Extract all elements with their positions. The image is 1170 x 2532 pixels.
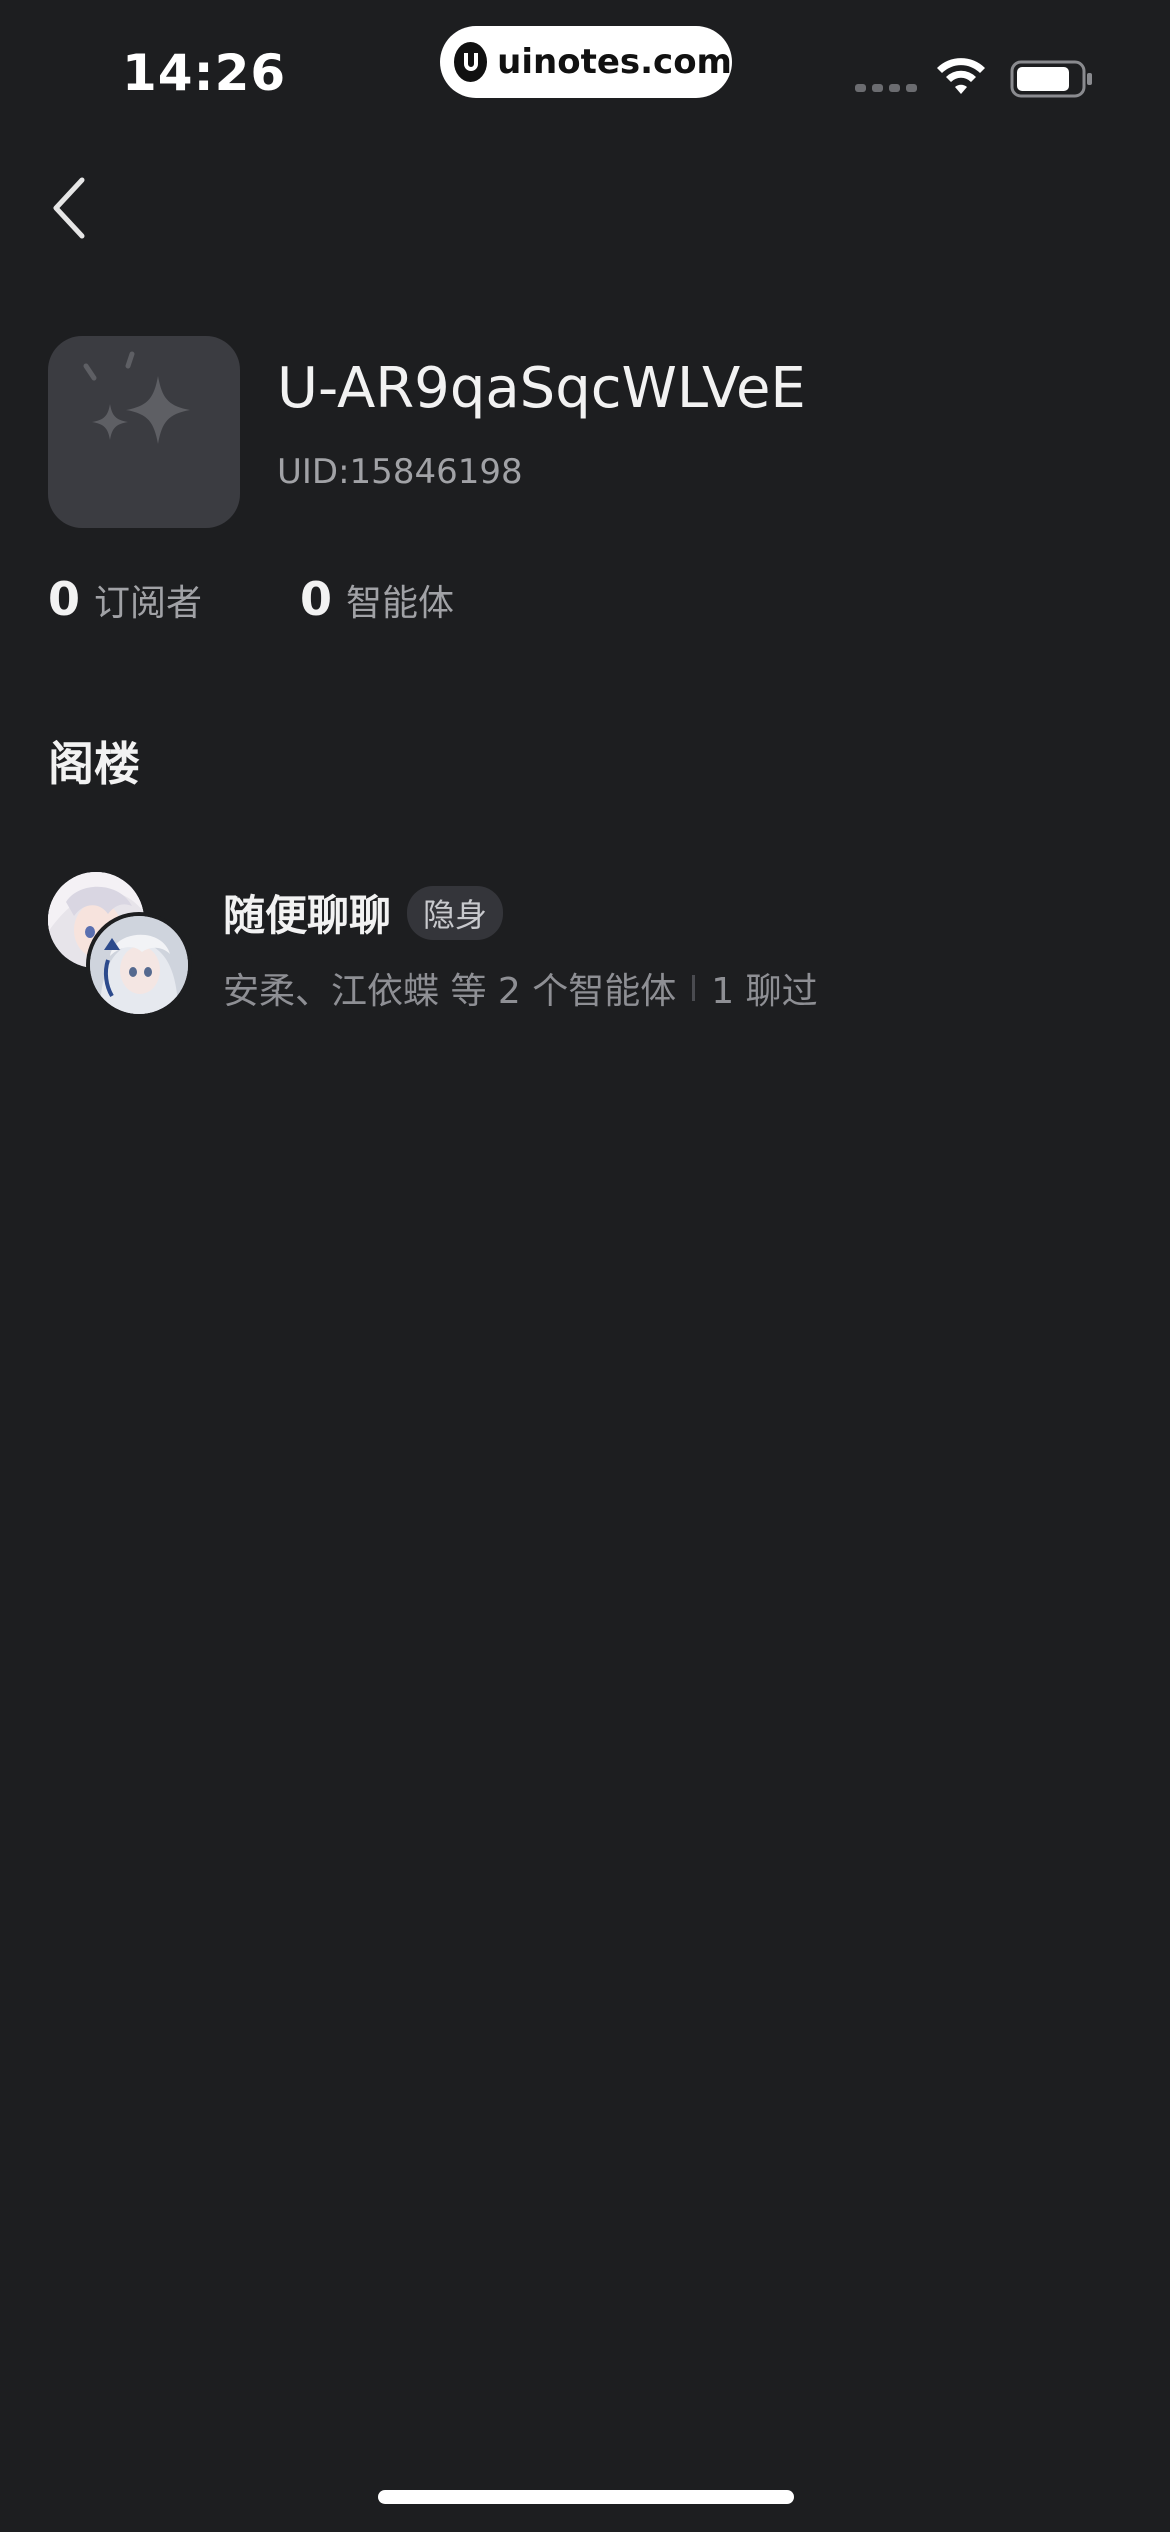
profile-stats: 0 订阅者 0 智能体 bbox=[48, 572, 552, 626]
watermark-text: uinotes.com bbox=[497, 42, 732, 82]
attic-item-members: 安柔、江依蝶 等 2 个智能体 bbox=[223, 971, 677, 1012]
section-title: 阁楼 bbox=[48, 737, 140, 791]
avatar-stack bbox=[48, 870, 198, 1020]
status-badge: 隐身 bbox=[407, 885, 504, 940]
profile-uid: UID:15846198 bbox=[277, 452, 523, 492]
home-indicator[interactable] bbox=[378, 2490, 794, 2504]
divider bbox=[692, 975, 696, 1001]
attic-item-title: 随便聊聊 bbox=[223, 891, 392, 940]
stat-label: 订阅者 bbox=[94, 583, 203, 624]
profile-username: U-AR9qaSqcWLVeE bbox=[277, 356, 806, 421]
watermark-badge: uinotes.com bbox=[440, 26, 732, 98]
wifi-icon bbox=[937, 58, 985, 94]
stat-label: 智能体 bbox=[346, 583, 455, 624]
back-button[interactable] bbox=[40, 168, 110, 248]
signal-icon bbox=[855, 84, 917, 92]
avatar bbox=[90, 916, 188, 1014]
status-time: 14:26 bbox=[122, 44, 287, 102]
stat-value: 0 bbox=[300, 572, 333, 626]
stat-subscribers[interactable]: 0 订阅者 bbox=[48, 572, 202, 626]
stat-agents[interactable]: 0 智能体 bbox=[300, 572, 454, 626]
status-bar: 14:26 uinotes.com bbox=[0, 0, 1170, 140]
attic-item-chats: 1 聊过 bbox=[711, 971, 818, 1012]
attic-item-subtitle: 安柔、江依蝶 等 2 个智能体 1 聊过 bbox=[223, 962, 818, 1014]
chevron-left-icon bbox=[53, 177, 85, 239]
stat-value: 0 bbox=[48, 572, 81, 626]
sparkle-icon bbox=[83, 351, 190, 444]
attic-item-title-row: 随便聊聊 隐身 bbox=[223, 882, 504, 943]
attic-item[interactable]: 随便聊聊 隐身 安柔、江依蝶 等 2 个智能体 1 聊过 bbox=[48, 870, 1128, 1020]
profile-avatar[interactable] bbox=[48, 336, 240, 528]
watermark-logo-icon bbox=[454, 42, 488, 82]
battery-icon bbox=[1010, 60, 1092, 98]
